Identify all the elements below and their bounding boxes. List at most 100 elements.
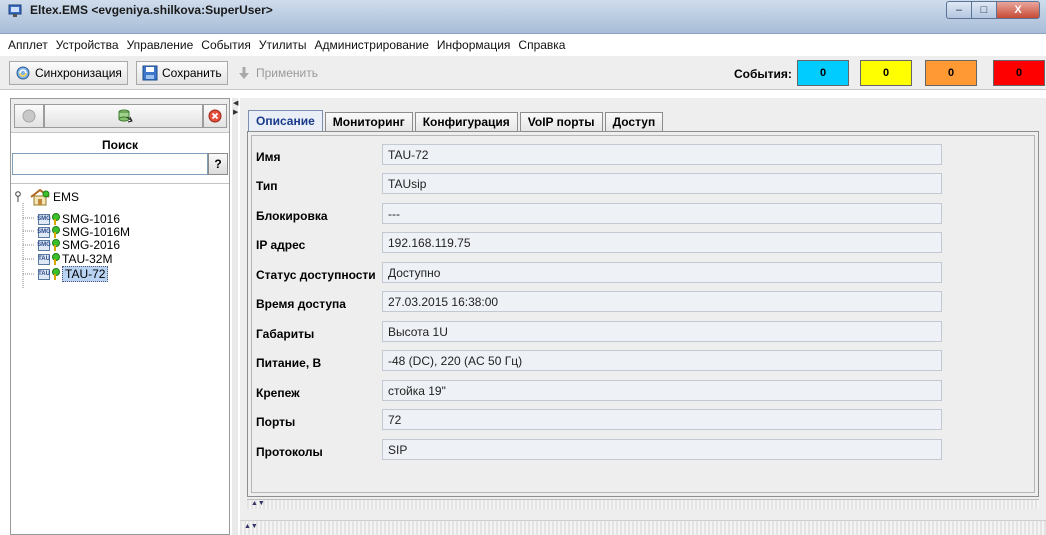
outer-split-handle[interactable]: ▲▼ xyxy=(240,520,1046,535)
inner-split-handle[interactable]: ▲▼ xyxy=(247,499,1039,509)
save-button[interactable]: Сохранить xyxy=(136,61,228,85)
tab-access[interactable]: Доступ xyxy=(604,112,664,131)
field-value[interactable]: 27.03.2015 16:38:00 xyxy=(382,291,942,312)
sync-icon xyxy=(16,66,30,80)
search-input[interactable] xyxy=(12,153,208,175)
save-icon xyxy=(142,65,158,81)
field-value[interactable]: 192.168.119.75 xyxy=(382,232,942,253)
field-label: Время доступа xyxy=(256,297,346,311)
tree-item-label: SMG-2016 xyxy=(62,238,121,252)
add-device-button[interactable] xyxy=(44,104,203,128)
field-value[interactable]: SIP xyxy=(382,439,942,460)
field-row-lock: Блокировка --- xyxy=(252,203,1036,229)
field-value[interactable]: --- xyxy=(382,203,942,224)
menu-management[interactable]: Управление xyxy=(123,38,198,52)
menu-events[interactable]: События xyxy=(197,38,255,52)
tree-item-label: SMG-1016 xyxy=(62,212,121,226)
menu-information[interactable]: Информация xyxy=(433,38,514,52)
maximize-button[interactable]: □ xyxy=(971,1,997,19)
tree-back-button[interactable] xyxy=(14,104,44,128)
field-label: Тип xyxy=(256,179,278,193)
main-toolbar: Синхронизация Сохранить Применить Событи… xyxy=(0,56,1046,90)
tab-monitoring[interactable]: Мониторинг xyxy=(324,112,413,131)
field-row-mounting: Крепеж стойка 19" xyxy=(252,380,1036,406)
menu-applet[interactable]: Апплет xyxy=(4,38,52,52)
search-label: Поиск xyxy=(101,138,138,152)
apply-arrow-icon xyxy=(239,67,249,79)
field-label: Порты xyxy=(256,415,296,429)
event-counter-critical[interactable]: 0 xyxy=(993,60,1045,86)
field-label: IP адрес xyxy=(256,238,306,252)
sync-button[interactable]: Синхронизация xyxy=(9,61,128,85)
menu-bar: Апплет Устройства Управление События Ути… xyxy=(0,35,1046,55)
field-value[interactable]: 72 xyxy=(382,409,942,430)
field-value[interactable]: TAU-72 xyxy=(382,144,942,165)
field-row-ports: Порты 72 xyxy=(252,409,1036,435)
window-titlebar[interactable]: Eltex.EMS <evgeniya.shilkova:SuperUser> … xyxy=(0,0,1046,34)
tree-toolbar xyxy=(11,99,229,133)
smg-device-icon: SMG xyxy=(37,239,51,251)
smg-device-icon: SMG xyxy=(37,226,51,238)
menu-administration[interactable]: Администрирование xyxy=(310,38,432,52)
split-arrows-icon[interactable]: ▲▼ xyxy=(251,500,265,507)
close-icon: X xyxy=(1014,4,1022,16)
device-tree-panel: Поиск ? EMS SMG SMG-1016 SMG SMG-1016M S… xyxy=(10,98,230,535)
collapse-left-icon[interactable]: ◀ xyxy=(233,100,238,107)
field-value[interactable]: -48 (DC), 220 (AC 50 Гц) xyxy=(382,350,942,371)
tab-description[interactable]: Описание xyxy=(248,110,323,131)
field-row-access-time: Время доступа 27.03.2015 16:38:00 xyxy=(252,291,1036,317)
event-counter-major[interactable]: 0 xyxy=(925,60,977,86)
tree-root-label: EMS xyxy=(53,190,80,204)
database-icon xyxy=(118,109,133,123)
field-label: Блокировка xyxy=(256,209,328,223)
split-arrows-icon[interactable]: ▲▼ xyxy=(244,523,258,530)
search-help-button[interactable]: ? xyxy=(208,153,228,175)
tree-item-label: TAU-72 xyxy=(62,266,109,282)
event-counter-info[interactable]: 0 xyxy=(797,60,849,86)
save-label: Сохранить xyxy=(162,66,222,80)
minimize-icon: – xyxy=(955,4,963,16)
app-icon xyxy=(8,4,22,17)
tree-item-smg-1016[interactable]: SMG SMG-1016 xyxy=(37,212,121,226)
close-button[interactable]: X xyxy=(996,1,1040,19)
field-label: Статус доступности xyxy=(256,268,376,282)
tree-root-ems[interactable]: EMS xyxy=(14,188,80,206)
tab-configuration[interactable]: Конфигурация xyxy=(414,112,518,131)
event-counter-warning[interactable]: 0 xyxy=(860,60,912,86)
field-row-dimensions: Габариты Высота 1U xyxy=(252,321,1036,347)
tree-item-tau-72[interactable]: TAU TAU-72 xyxy=(38,266,109,282)
field-label: Питание, В xyxy=(256,356,322,370)
field-value[interactable]: Доступно xyxy=(382,262,942,283)
status-online-icon xyxy=(51,226,60,238)
tree-item-label: SMG-1016M xyxy=(62,225,131,239)
menu-devices[interactable]: Устройства xyxy=(52,38,123,52)
expand-right-icon[interactable]: ▶ xyxy=(233,109,238,116)
field-value[interactable]: Высота 1U xyxy=(382,321,942,342)
event-count: 0 xyxy=(947,67,955,79)
details-tabs: Описание Мониторинг Конфигурация VoIP по… xyxy=(248,110,665,131)
event-count: 0 xyxy=(819,67,827,79)
field-label: Габариты xyxy=(256,327,315,341)
field-row-protocols: Протоколы SIP xyxy=(252,439,1036,465)
minimize-button[interactable]: – xyxy=(946,1,972,19)
field-row-type: Тип TAUsip xyxy=(252,173,1036,199)
field-value[interactable]: TAUsip xyxy=(382,173,942,194)
home-icon xyxy=(30,188,50,206)
tab-voip-ports[interactable]: VoIP порты xyxy=(519,112,603,131)
tree-item-smg-2016[interactable]: SMG SMG-2016 xyxy=(37,238,121,252)
apply-button[interactable]: Применить xyxy=(230,61,324,85)
menu-utilities[interactable]: Утилиты xyxy=(255,38,311,52)
remove-device-button[interactable] xyxy=(203,104,227,128)
tree-item-tau-32m[interactable]: TAU TAU-32M xyxy=(38,252,112,266)
tree-expand-icon[interactable] xyxy=(14,191,24,203)
field-label: Крепеж xyxy=(256,386,300,400)
status-online-icon xyxy=(51,213,60,225)
status-online-icon xyxy=(51,239,60,251)
menu-help[interactable]: Справка xyxy=(514,38,569,52)
tau-device-icon: TAU xyxy=(38,253,50,265)
tree-item-smg-1016m[interactable]: SMG SMG-1016M xyxy=(37,225,131,239)
field-value[interactable]: стойка 19" xyxy=(382,380,942,401)
device-details-area: Описание Мониторинг Конфигурация VoIP по… xyxy=(240,98,1046,535)
field-label: Имя xyxy=(256,150,281,164)
panel-splitter[interactable]: ◀ ▶ xyxy=(232,98,238,535)
